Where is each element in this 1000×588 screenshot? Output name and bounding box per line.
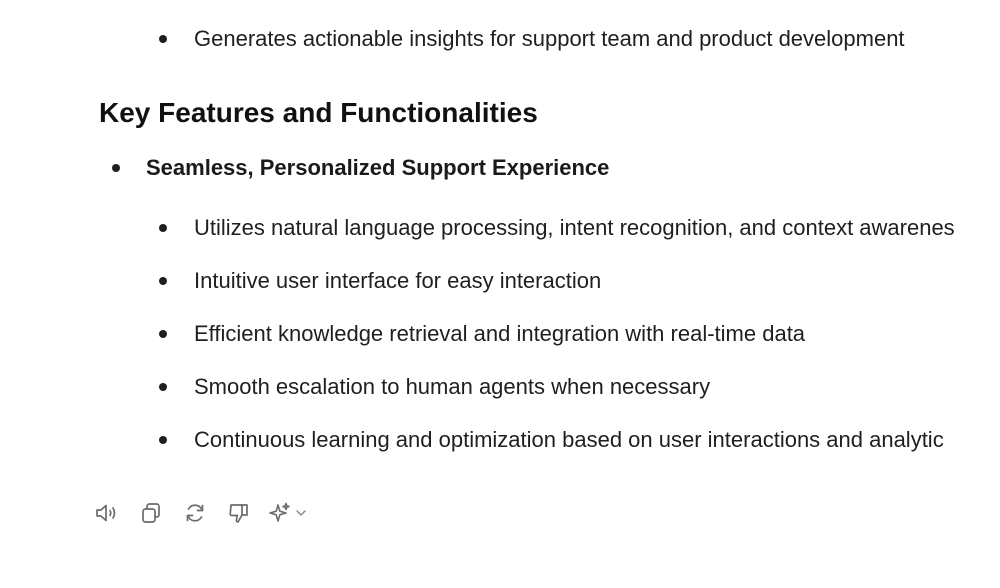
section-heading: Key Features and Functionalities — [99, 97, 538, 128]
list-item: Smooth escalation to human agents when n… — [194, 374, 711, 399]
regenerate-icon — [186, 504, 204, 522]
message-action-toolbar — [92, 498, 308, 528]
list-item: Utilizes natural language processing, in… — [194, 215, 955, 240]
bullet-dot — [159, 224, 167, 232]
list-item: Intuitive user interface for easy intera… — [194, 268, 602, 293]
speaker-icon — [96, 504, 116, 522]
bullet-dot — [159, 383, 167, 391]
regenerate-button[interactable] — [180, 498, 210, 528]
read-aloud-button[interactable] — [92, 498, 122, 528]
list-item: Efficient knowledge retrieval and integr… — [194, 321, 806, 346]
thumbs-down-icon — [229, 504, 248, 523]
chat-response: Generates actionable insights for suppor… — [0, 0, 1000, 588]
thumbs-down-button[interactable] — [224, 498, 254, 528]
copy-icon — [142, 503, 160, 523]
bullet-dot — [159, 330, 167, 338]
copy-button[interactable] — [136, 498, 166, 528]
bullet-dot — [112, 164, 120, 172]
chevron-down-icon — [296, 510, 306, 516]
change-model-button[interactable] — [268, 501, 308, 525]
feature-title: Seamless, Personalized Support Experienc… — [146, 155, 610, 180]
bullet-dot — [159, 436, 167, 444]
list-item: Continuous learning and optimization bas… — [194, 427, 944, 452]
bullet-dot — [159, 35, 167, 43]
list-item-insights: Generates actionable insights for suppor… — [194, 26, 905, 51]
sparkle-icon — [269, 502, 290, 522]
bullet-dot — [159, 277, 167, 285]
